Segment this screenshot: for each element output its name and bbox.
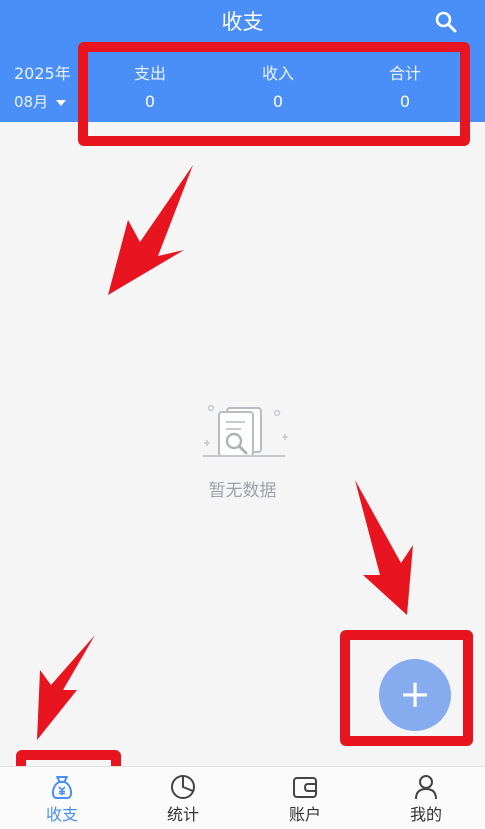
stat-expense: 支出 0 [90,62,210,118]
stat-label: 支出 [133,64,166,83]
tab-profile[interactable]: 我的 [386,773,466,827]
tab-statistics[interactable]: 统计 [143,773,223,827]
annotation-arrow-tab [37,635,95,740]
person-icon [415,775,437,800]
pie-chart-icon [171,775,195,799]
tab-label: 账户 [288,805,321,824]
month-label: 08月 [14,93,49,111]
top-header: 收支 2025年 08月 支出 0 收入 0 合计 0 [0,0,485,122]
month-picker[interactable]: 08月 [14,92,67,112]
tab-label: 统计 [166,805,199,824]
tab-accounts[interactable]: 账户 [265,773,345,827]
bottom-tab-bar: 收支 统计 账户 我的 [0,766,485,829]
caret-down-icon [56,99,67,106]
stat-label: 合计 [388,64,421,83]
stat-value: 0 [272,92,284,111]
tab-label: 我的 [409,805,442,824]
add-record-button[interactable]: + [379,659,451,731]
tab-income-expense[interactable]: 收支 [22,773,102,827]
wallet-icon [293,777,317,798]
plus-icon: + [399,672,431,716]
page-title: 收支 [221,10,264,34]
search-icon [435,11,457,33]
stat-income: 收入 0 [218,62,338,118]
year-label: 2025年 [14,64,71,83]
tab-label: 收支 [45,805,78,824]
empty-state-text: 暂无数据 [208,481,277,501]
stat-label: 收入 [261,64,294,83]
stat-value: 0 [144,92,156,111]
empty-documents-icon [203,404,288,457]
money-bag-icon [51,776,73,799]
stat-total: 合计 0 [345,62,465,118]
search-button[interactable] [432,8,460,36]
annotation-arrow-summary [108,165,193,295]
stat-value: 0 [399,92,411,111]
